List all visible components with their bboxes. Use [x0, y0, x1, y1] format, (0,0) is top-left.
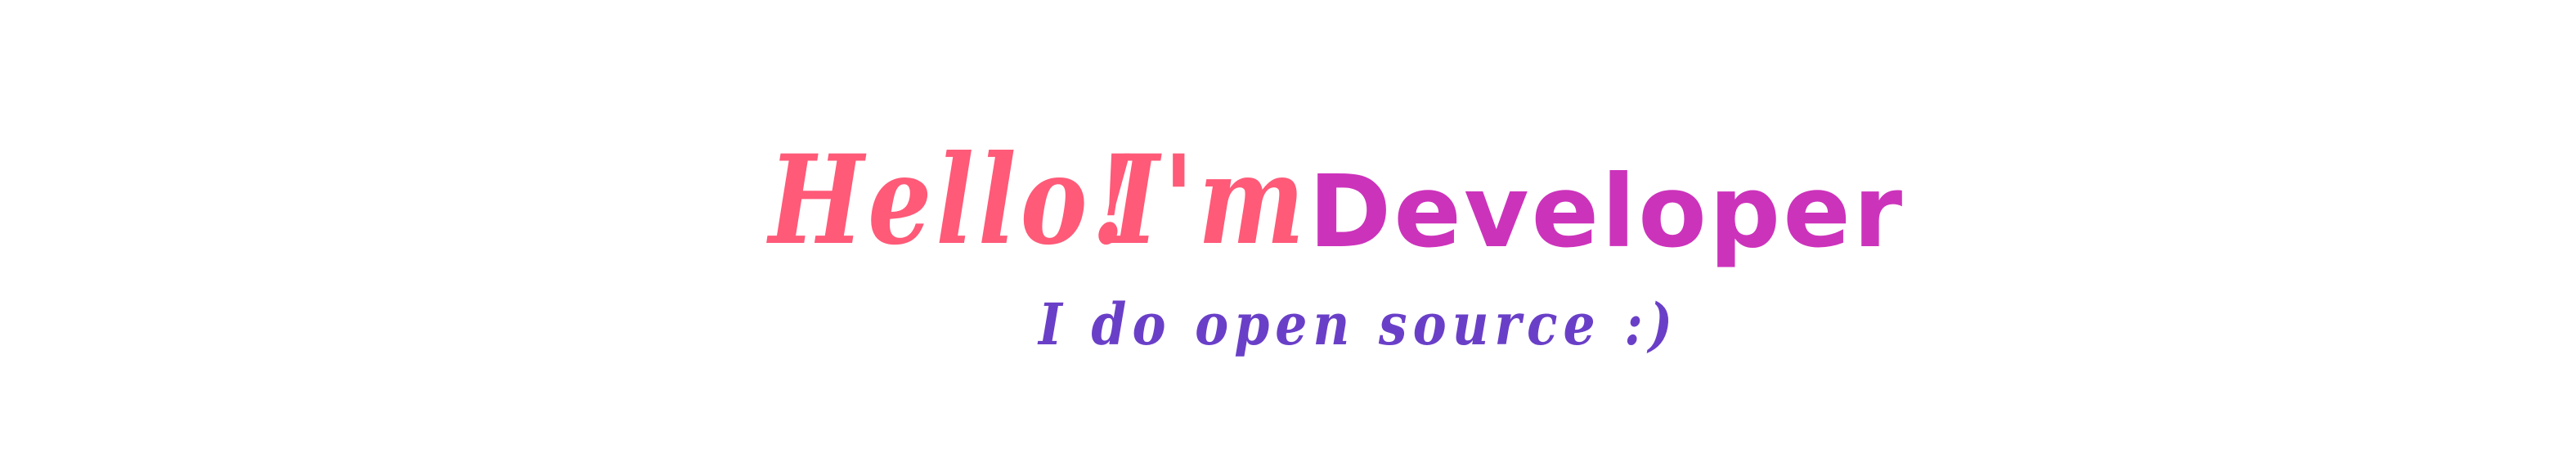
intro-text: I'm [1112, 128, 1309, 272]
greeting-text: Hello! [769, 128, 1140, 272]
tagline-text: I do open source :) [1039, 290, 1679, 358]
role-text: Developer [1308, 154, 1905, 270]
banner: Hello! I'm Developer I do open source :) [0, 0, 2576, 449]
tagline: I do open source :) [1039, 296, 1766, 353]
headline: Hello! I'm Developer [769, 123, 1905, 262]
